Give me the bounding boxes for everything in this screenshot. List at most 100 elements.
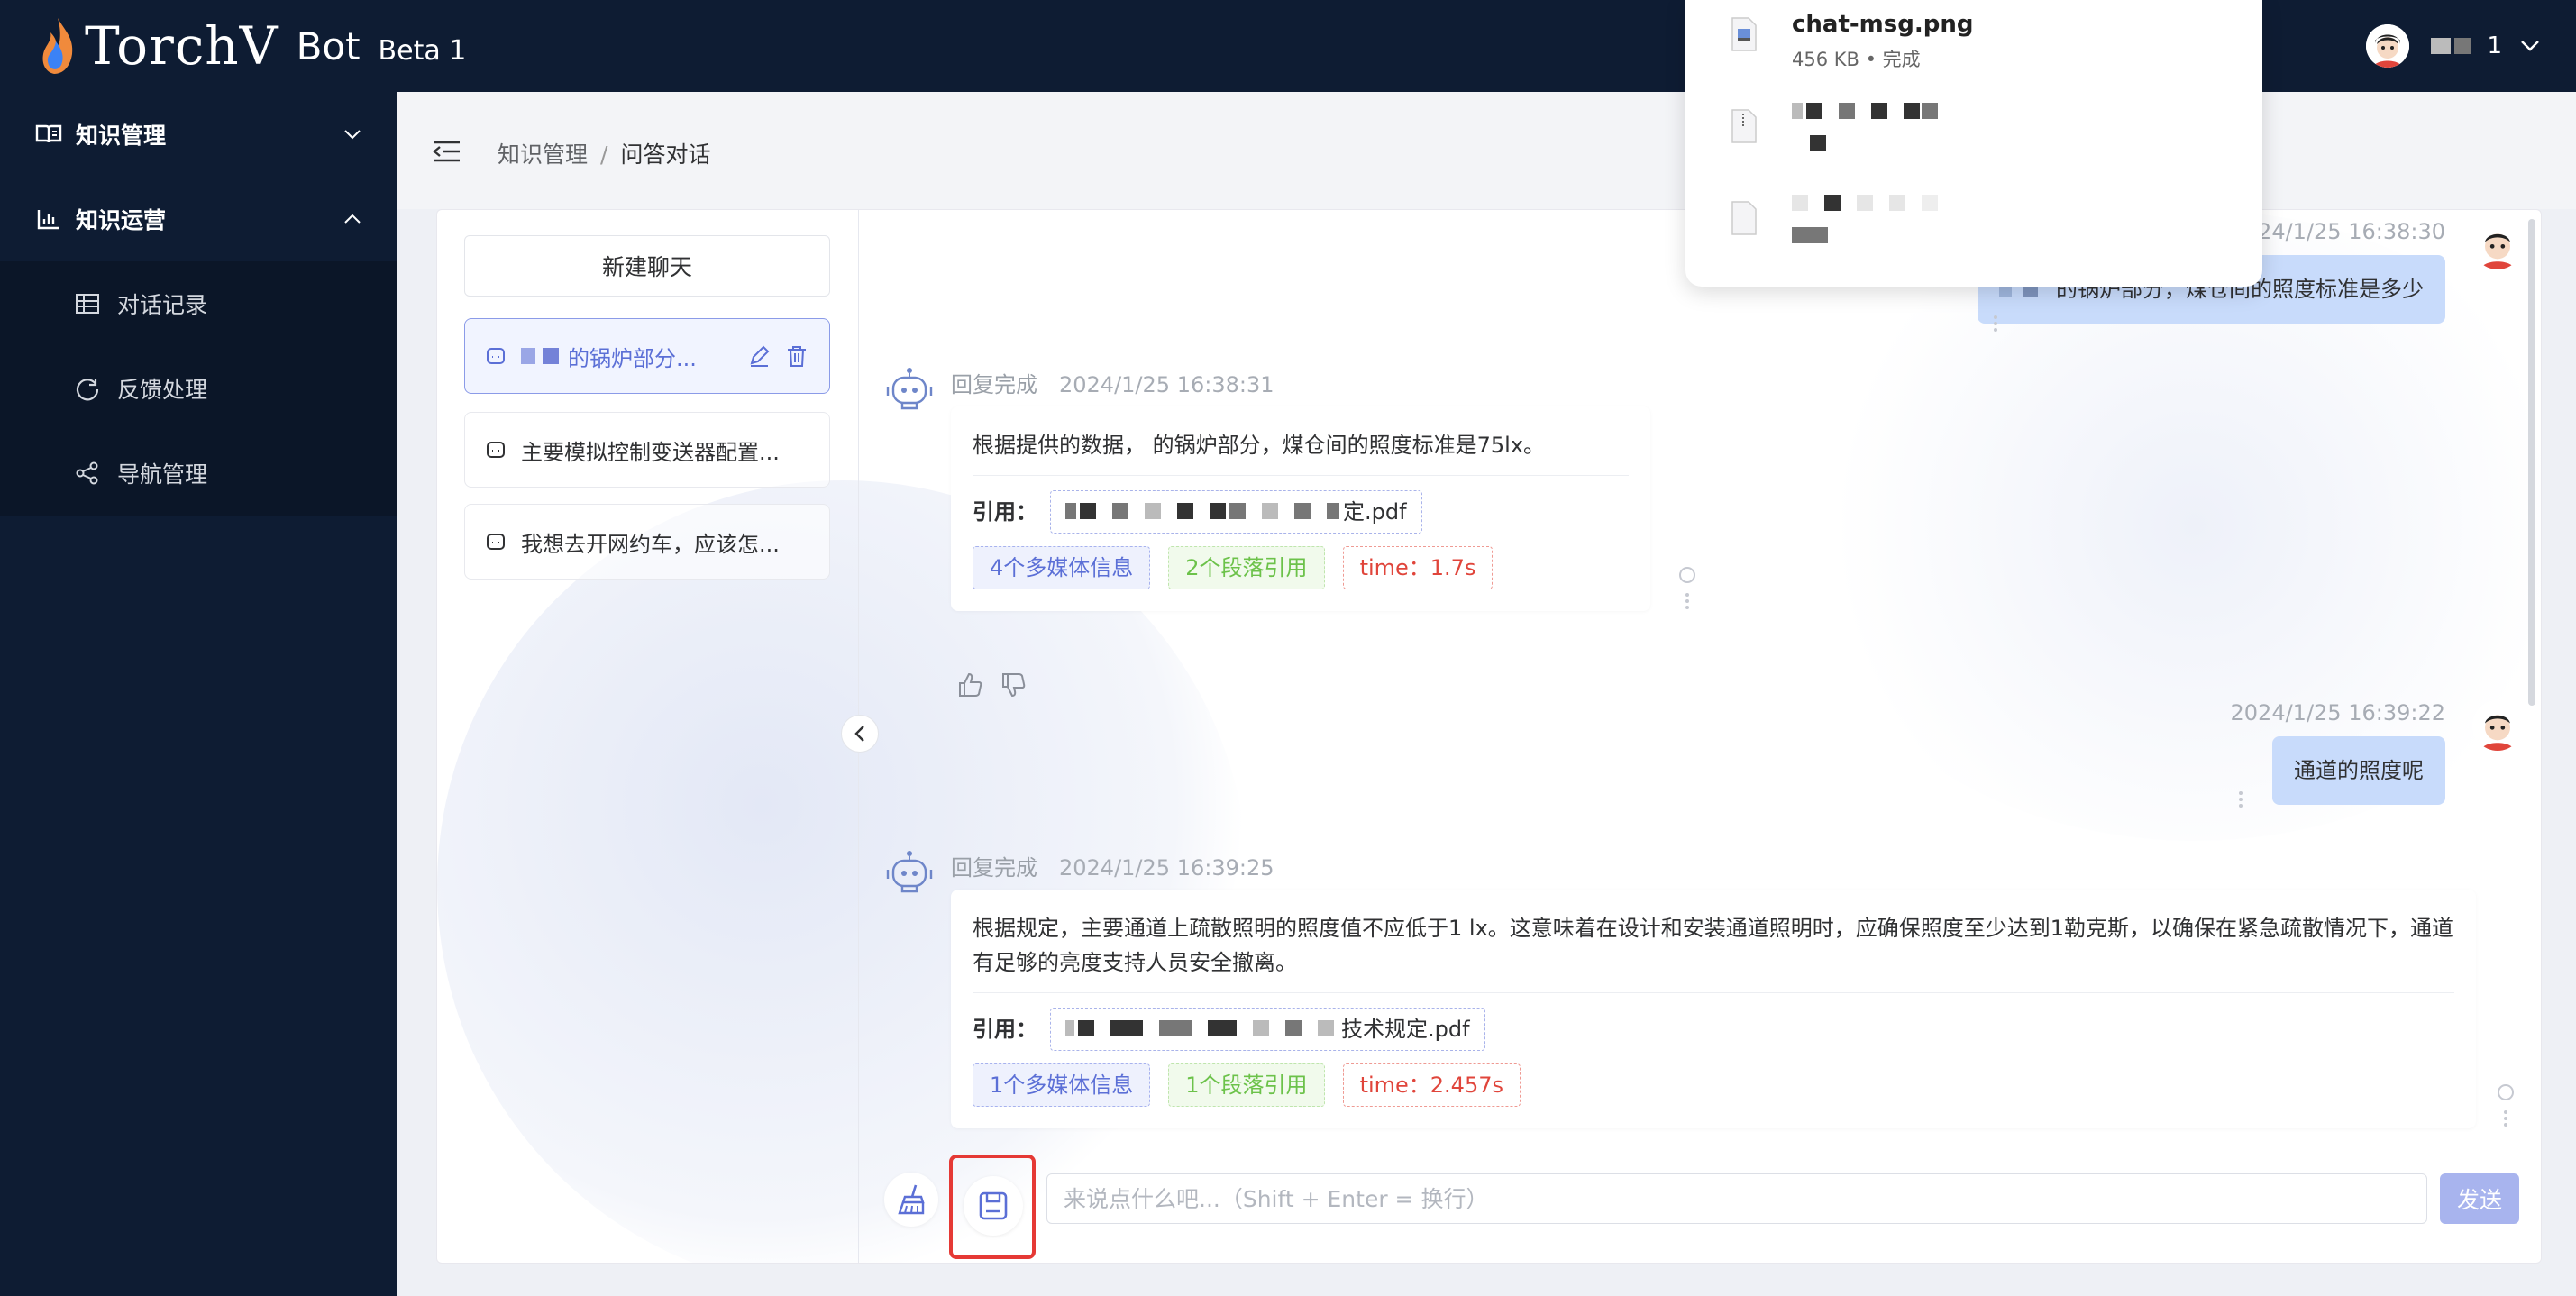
message-bubble: 根据规定，主要通道上疏散照明的照度值不应低于1 lx。这意味着在设计和安装通道照…	[951, 890, 2476, 1128]
citation-file-name: 技术规定.pdf	[1341, 1017, 1470, 1042]
chevron-down-icon	[2521, 41, 2539, 51]
redacted-block	[1065, 503, 1076, 519]
sidebar-item-label: 对话记录	[117, 292, 208, 318]
sidebar-group-knowledge-management[interactable]: 知识管理	[0, 92, 397, 177]
citation-file-name: 定.pdf	[1343, 499, 1407, 525]
breadcrumb-separator: /	[600, 141, 608, 168]
message-meta: 回复完成 2024/1/25 16:38:31	[951, 367, 1274, 398]
clear-chat-button[interactable]	[884, 1173, 938, 1227]
sidebar-item-label: 导航管理	[117, 461, 208, 488]
citation-label: 引用：	[973, 1017, 1037, 1042]
citation-file-link[interactable]: 技术规定.pdf	[1050, 1008, 1485, 1051]
collapse-list-button[interactable]	[841, 715, 879, 753]
status-ring-icon	[2498, 1084, 2514, 1100]
conversation-item[interactable]: 的锅炉部分...	[464, 318, 830, 394]
redacted-block	[1229, 503, 1246, 519]
send-button[interactable]: 发送	[2440, 1173, 2519, 1224]
message-timestamp: 2024/1/25 16:38:30	[2230, 219, 2445, 244]
user-message: 2024/1/25 16:39:22 通道的照度呢	[1802, 700, 2523, 817]
redacted-block	[1792, 103, 1803, 119]
conversation-item[interactable]: 主要模拟控制变送器配置...	[464, 412, 830, 488]
fold-menu-icon[interactable]	[433, 139, 461, 164]
redacted-block	[1871, 103, 1887, 119]
redacted-block	[1318, 1020, 1334, 1036]
citation: 引用： 定.pdf	[973, 490, 1629, 534]
redacted-block	[1922, 195, 1938, 211]
thumbs-down-icon[interactable]	[1000, 671, 1027, 698]
edit-icon[interactable]	[746, 343, 772, 369]
more-icon[interactable]	[1685, 592, 1690, 610]
conversation-item[interactable]: 我想去开网约车，应该怎...	[464, 504, 830, 580]
image-file-icon	[1731, 17, 1757, 51]
conversation-title: 主要模拟控制变送器配置...	[521, 439, 780, 465]
more-icon[interactable]	[1993, 315, 1998, 333]
citation: 引用： 技术规定.pdf	[973, 1008, 2454, 1051]
thumbs-up-icon[interactable]	[956, 671, 983, 698]
redacted-block	[1824, 195, 1841, 211]
conversation-title: 我想去开网约车，应该怎...	[521, 531, 780, 557]
breadcrumb-current: 问答对话	[620, 141, 711, 168]
redacted-block	[1806, 103, 1822, 119]
chat-bubble-icon	[487, 534, 505, 550]
message-bubble: 通道的照度呢	[2272, 736, 2445, 805]
paragraph-cite-tag[interactable]: 2个段落引用	[1168, 546, 1325, 589]
user-menu[interactable]: 1	[2366, 0, 2540, 92]
redacted-block	[1922, 103, 1938, 119]
sidebar-item-chat-records[interactable]: 对话记录	[0, 261, 397, 346]
download-item[interactable]: chat-msg.png 456 KB • 完成	[1731, 11, 1973, 72]
brand-name: TorchV	[85, 15, 279, 77]
flame-logo-icon	[42, 18, 73, 74]
download-file-name: chat-msg.png	[1792, 11, 1974, 38]
avatar[interactable]	[2366, 24, 2410, 68]
message-meta: 回复完成 2024/1/25 16:39:25	[951, 850, 1274, 881]
media-info-tag[interactable]: 4个多媒体信息	[973, 546, 1151, 589]
sidebar-group-label: 知识管理	[76, 123, 167, 149]
sidebar-item-feedback[interactable]: 反馈处理	[0, 346, 397, 431]
sidebar-group-knowledge-operations[interactable]: 知识运营	[0, 177, 397, 261]
message-bubble: 根据提供的数据， 的锅炉部分，煤仓间的照度标准是75lx。 引用： 定.pdf …	[951, 406, 1650, 611]
broom-icon	[898, 1184, 925, 1215]
paragraph-cite-tag[interactable]: 1个段落引用	[1168, 1063, 1325, 1107]
breadcrumb-root[interactable]: 知识管理	[498, 141, 588, 168]
logo[interactable]: TorchV Bot Beta 1	[38, 0, 466, 92]
message-text: 根据规定，主要通道上疏散照明的照度值不应低于1 lx。这意味着在设计和安装通道照…	[973, 916, 2454, 975]
redacted-block	[1857, 195, 1873, 211]
citation-file-link[interactable]: 定.pdf	[1050, 490, 1422, 534]
sidebar-submenu: 对话记录 反馈处理 导航管理	[0, 261, 397, 516]
redacted-block	[1792, 227, 1828, 243]
more-icon[interactable]	[2503, 1109, 2508, 1127]
redacted-block	[1112, 503, 1128, 519]
download-item[interactable]	[1731, 103, 1954, 155]
save-button[interactable]	[964, 1176, 1023, 1236]
message-timestamp: 2024/1/25 16:39:25	[1059, 855, 1274, 881]
message-timestamp: 2024/1/25 16:39:22	[2230, 700, 2445, 726]
redacted-text	[1792, 103, 1954, 123]
product-name: Bot	[296, 23, 361, 68]
chat-bubble-icon	[487, 348, 505, 364]
redacted-block	[1262, 503, 1278, 519]
file-icon	[1731, 201, 1757, 235]
chevron-up-icon	[344, 214, 361, 224]
redacted-block	[1294, 503, 1311, 519]
redacted-block	[1253, 1020, 1269, 1036]
new-chat-button[interactable]: 新建聊天	[464, 235, 830, 297]
download-item[interactable]	[1731, 195, 1954, 247]
divider	[973, 992, 2454, 993]
tag-row: 4个多媒体信息 2个段落引用 time：1.7s	[973, 546, 1629, 589]
delete-icon[interactable]	[784, 343, 809, 369]
scrollbar[interactable]	[2528, 219, 2535, 706]
redacted-block	[1889, 195, 1905, 211]
media-info-tag[interactable]: 1个多媒体信息	[973, 1063, 1151, 1107]
robot-icon	[886, 368, 933, 410]
sidebar-item-navigation[interactable]: 导航管理	[0, 431, 397, 516]
more-icon[interactable]	[2238, 790, 2243, 808]
redacted-text	[1792, 195, 1954, 214]
share-icon	[76, 461, 98, 485]
reply-status: 回复完成	[951, 855, 1037, 881]
message-input[interactable]	[1046, 1173, 2427, 1224]
reply-status: 回复完成	[951, 372, 1037, 397]
redacted-block	[1810, 135, 1826, 151]
conversation-list: 新建聊天 的锅炉部分... 主要模拟控制变送器配置... 我想去开网约车，应该怎…	[437, 210, 859, 1263]
avatar	[2472, 219, 2523, 269]
refresh-icon	[76, 379, 99, 401]
